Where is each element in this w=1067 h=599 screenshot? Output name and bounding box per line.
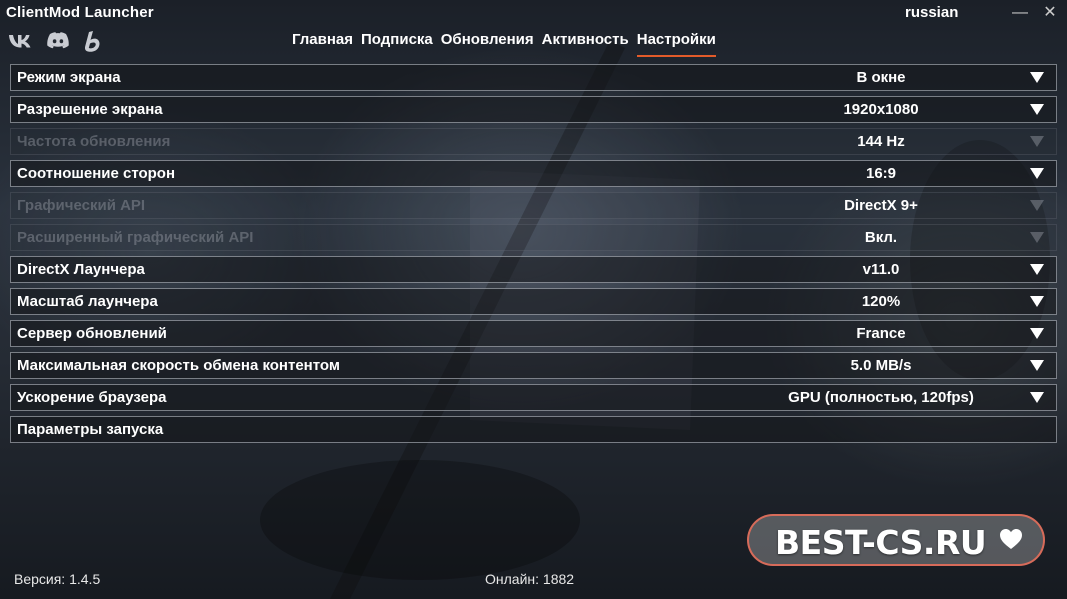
- setting-extended-graphics-api: Расширенный графический API Вкл.: [10, 224, 1057, 251]
- title-bar: ClientMod Launcher russian — ✕: [0, 0, 1067, 26]
- dropdown-arrow-icon[interactable]: [1030, 264, 1044, 275]
- close-button[interactable]: ✕: [1038, 2, 1062, 24]
- setting-max-content-speed[interactable]: Максимальная скорость обмена контентом 5…: [10, 352, 1057, 379]
- dropdown-arrow-icon[interactable]: [1030, 392, 1044, 403]
- setting-label: Режим экрана: [17, 69, 121, 86]
- dropdown-arrow-icon[interactable]: [1030, 328, 1044, 339]
- setting-value: France: [856, 325, 906, 342]
- tab-activity[interactable]: Активность: [542, 31, 629, 55]
- setting-resolution[interactable]: Разрешение экрана 1920x1080: [10, 96, 1057, 123]
- setting-label: Масштаб лаунчера: [17, 293, 158, 310]
- setting-value: GPU (полностью, 120fps): [788, 389, 974, 406]
- dropdown-arrow-icon[interactable]: [1030, 72, 1044, 83]
- version-label: Версия: 1.4.5: [14, 571, 101, 587]
- setting-value: 120%: [861, 293, 901, 310]
- setting-launcher-directx[interactable]: DirectX Лаунчера v11.0: [10, 256, 1057, 283]
- setting-label: Параметры запуска: [17, 421, 164, 438]
- language-selector[interactable]: russian: [905, 4, 958, 21]
- setting-launch-params[interactable]: Параметры запуска: [10, 416, 1057, 443]
- settings-list: Режим экрана В окне Разрешение экрана 19…: [10, 64, 1057, 448]
- dropdown-arrow-icon: [1030, 136, 1044, 147]
- setting-browser-acceleration[interactable]: Ускорение браузера GPU (полностью, 120fp…: [10, 384, 1057, 411]
- main-nav: Главная Подписка Обновления Активность Н…: [292, 31, 724, 57]
- b-logo-icon[interactable]: [82, 30, 104, 54]
- setting-label: Графический API: [17, 197, 146, 214]
- setting-aspect-ratio[interactable]: Соотношение сторон 16:9: [10, 160, 1057, 187]
- setting-label: Частота обновления: [17, 133, 171, 150]
- tab-settings[interactable]: Настройки: [636, 31, 717, 57]
- minimize-button[interactable]: —: [1008, 2, 1032, 24]
- setting-value: В окне: [856, 69, 906, 86]
- setting-refresh-rate: Частота обновления 144 Hz: [10, 128, 1057, 155]
- setting-value: v11.0: [862, 261, 900, 278]
- setting-label: Сервер обновлений: [17, 325, 167, 342]
- setting-label: Максимальная скорость обмена контентом: [17, 357, 340, 374]
- tab-subscription[interactable]: Подписка: [361, 31, 433, 55]
- dropdown-arrow-icon[interactable]: [1030, 360, 1044, 371]
- app-title: ClientMod Launcher: [6, 4, 154, 21]
- setting-update-server[interactable]: Сервер обновлений France: [10, 320, 1057, 347]
- discord-icon[interactable]: [46, 30, 70, 54]
- setting-value: 144 Hz: [857, 133, 905, 150]
- setting-value: DirectX 9+: [844, 197, 918, 214]
- online-count: Онлайн: 1882: [485, 571, 575, 587]
- setting-value: 5.0 MB/s: [850, 357, 912, 374]
- setting-screen-mode[interactable]: Режим экрана В окне: [10, 64, 1057, 91]
- tab-main[interactable]: Главная: [292, 31, 353, 55]
- vk-icon[interactable]: [8, 30, 34, 54]
- dropdown-arrow-icon[interactable]: [1030, 168, 1044, 179]
- watermark-badge: BEST-CS.RU: [747, 514, 1045, 566]
- setting-value: Вкл.: [864, 229, 898, 246]
- dropdown-arrow-icon: [1030, 232, 1044, 243]
- dropdown-arrow-icon[interactable]: [1030, 296, 1044, 307]
- tab-updates[interactable]: Обновления: [441, 31, 534, 55]
- dropdown-arrow-icon: [1030, 200, 1044, 211]
- setting-graphics-api: Графический API DirectX 9+: [10, 192, 1057, 219]
- setting-label: Расширенный графический API: [17, 229, 254, 246]
- setting-label: Ускорение браузера: [17, 389, 167, 406]
- setting-launcher-scale[interactable]: Масштаб лаунчера 120%: [10, 288, 1057, 315]
- setting-value: 16:9: [865, 165, 897, 182]
- heart-icon: [1000, 529, 1022, 549]
- setting-label: Разрешение экрана: [17, 101, 163, 118]
- dropdown-arrow-icon[interactable]: [1030, 104, 1044, 115]
- setting-value: 1920x1080: [843, 101, 919, 118]
- setting-label: DirectX Лаунчера: [17, 261, 145, 278]
- setting-label: Соотношение сторон: [17, 165, 176, 182]
- watermark-text: BEST-CS.RU: [775, 523, 987, 562]
